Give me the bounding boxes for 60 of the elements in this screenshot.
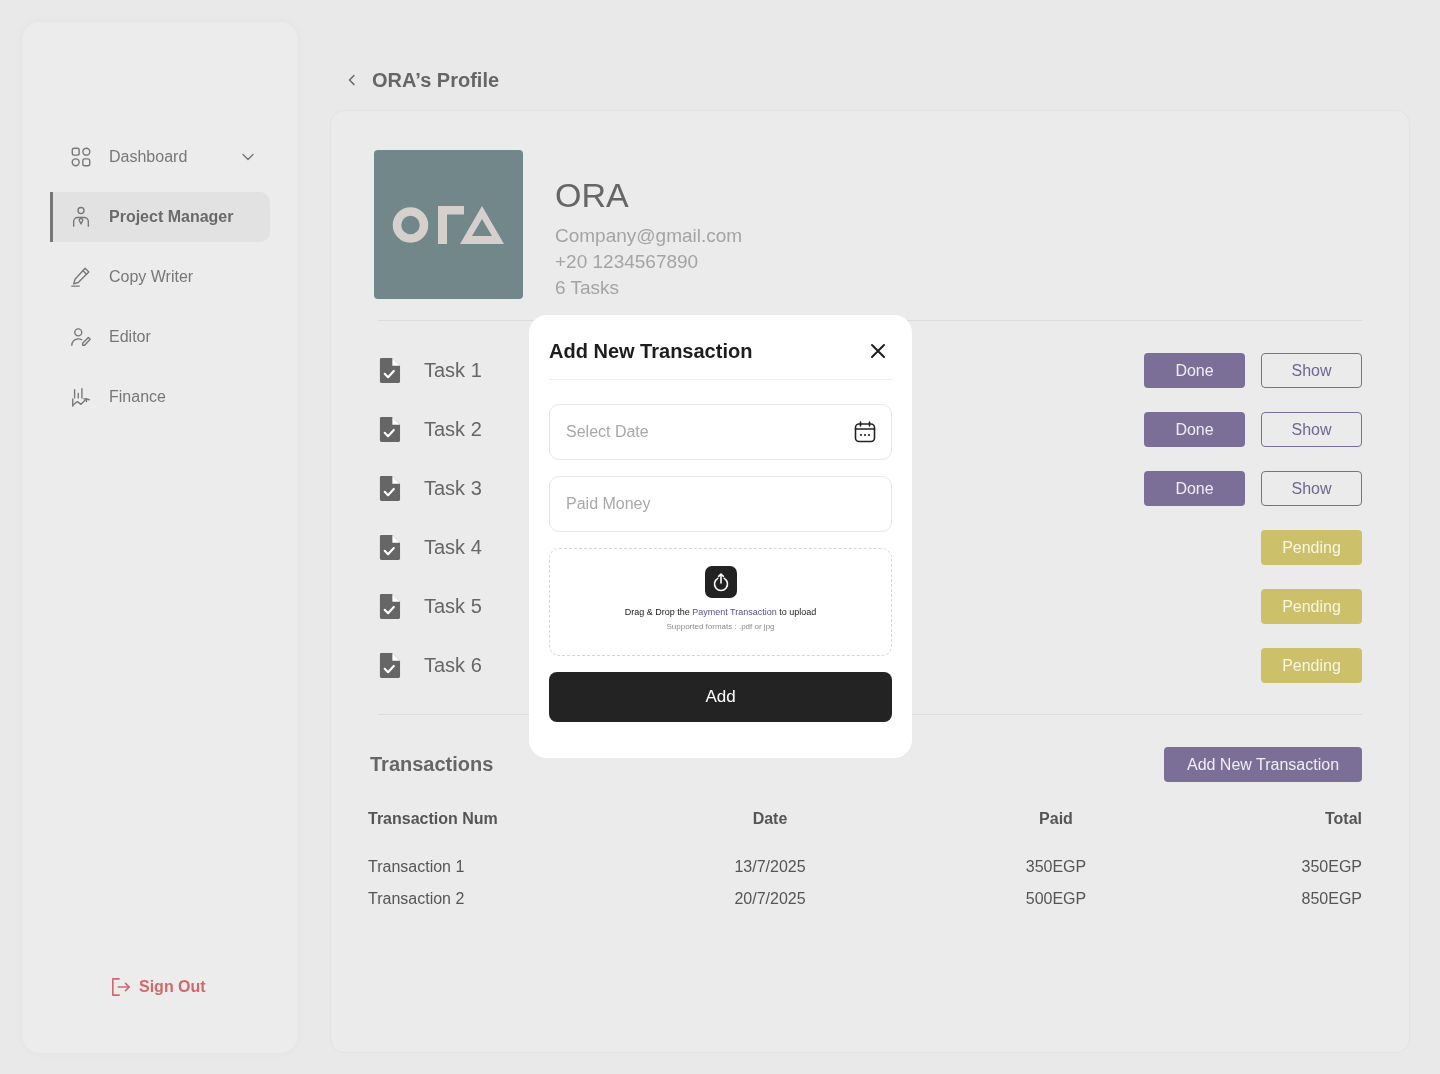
task-name: Task 1: [424, 359, 482, 382]
person-tie-icon: [70, 206, 92, 228]
company-name: ORA: [555, 175, 630, 215]
sidebar-item[interactable]: Finance: [50, 372, 270, 422]
column-header: Transaction Num: [368, 809, 499, 829]
calendar-icon[interactable]: [854, 421, 876, 443]
status-button[interactable]: Done: [1144, 471, 1245, 506]
table-cell-text: 20/7/2025: [733, 889, 807, 909]
upload-icon: [704, 566, 737, 598]
table-cell-text: 13/7/2025: [733, 857, 807, 877]
upload-instructions: Drag & Drop the Payment Transaction to upload: [624, 607, 817, 618]
column-header: Date: [751, 809, 789, 829]
payment-transaction-link[interactable]: Payment Transaction: [692, 607, 777, 617]
sign-out-icon: [111, 977, 131, 997]
email-text: Company@gmail.com: [555, 224, 743, 248]
show-button[interactable]: Show: [1261, 412, 1362, 447]
table-cell-text: 500EGP: [1024, 889, 1088, 909]
show-button[interactable]: Show: [1261, 353, 1362, 388]
column-header: Paid: [1038, 809, 1074, 829]
table-cell-text: Transaction 2: [368, 889, 466, 909]
document-check-icon: [378, 475, 401, 502]
page-title: ORA’s Profile: [372, 68, 500, 92]
add-transaction-button[interactable]: Add New Transaction: [1164, 747, 1362, 782]
table-cell-text: 850EGP: [1300, 889, 1362, 909]
show-button[interactable]: Show: [1261, 471, 1362, 506]
chart-icon: [70, 386, 92, 408]
section-title: Transactions: [370, 753, 494, 776]
task-count: 6 Tasks: [555, 276, 621, 300]
person-pencil-icon: [70, 326, 92, 348]
task-name: Task 3: [424, 477, 482, 500]
modal-title: Add New Transaction: [549, 339, 753, 363]
table-cell-text: 350EGP: [1300, 857, 1362, 877]
status-button[interactable]: Done: [1144, 353, 1245, 388]
task-name: Task 6: [424, 654, 482, 677]
document-check-icon: [378, 534, 401, 561]
task-name: Task 2: [424, 418, 482, 441]
column-header: Total: [1323, 809, 1362, 829]
date-field[interactable]: Select Date: [549, 404, 892, 460]
table-cell-text: 350EGP: [1024, 857, 1088, 877]
sidebar-item[interactable]: Editor: [50, 312, 270, 362]
paid-money-field[interactable]: Paid Money: [549, 476, 892, 532]
sidebar-item[interactable]: Dashboard: [50, 132, 270, 182]
table-cell-text: Transaction 1: [368, 857, 466, 877]
status-button[interactable]: Done: [1144, 412, 1245, 447]
task-name: Task 4: [424, 536, 482, 559]
document-check-icon: [378, 357, 401, 384]
document-check-icon: [378, 652, 401, 679]
phone-text: +20 1234567890: [555, 250, 700, 274]
add-button[interactable]: Add: [549, 672, 892, 722]
supported-formats-text: Supported formats : .pdf or jpg: [666, 622, 775, 632]
pencil-icon: [70, 266, 92, 288]
document-check-icon: [378, 416, 401, 443]
grid-icon: [70, 146, 92, 168]
upload-dropzone[interactable]: Drag & Drop the Payment Transaction to upload Supported formats : .pdf or jpg: [549, 548, 892, 656]
sign-out-button[interactable]: Sign Out: [111, 977, 206, 997]
sidebar-item[interactable]: Project Manager: [50, 192, 270, 242]
sidebar-item[interactable]: Copy Writer: [50, 252, 270, 302]
task-name: Task 5: [424, 595, 482, 618]
close-icon[interactable]: [870, 343, 886, 359]
document-check-icon: [378, 593, 401, 620]
